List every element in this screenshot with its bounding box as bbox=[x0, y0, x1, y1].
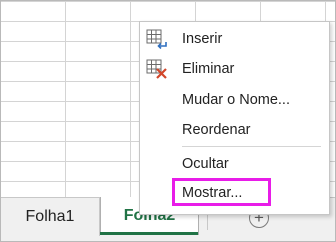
menu-item-hide[interactable]: Ocultar bbox=[140, 150, 329, 178]
menu-item-label: Reordenar bbox=[182, 122, 251, 138]
insert-sheet-icon bbox=[146, 29, 168, 50]
delete-sheet-icon bbox=[146, 59, 168, 79]
highlight-box bbox=[172, 178, 271, 206]
menu-item-label: Ocultar bbox=[182, 156, 229, 172]
menu-item-reorder[interactable]: Reordenar bbox=[140, 116, 329, 144]
active-tab-indicator bbox=[100, 232, 198, 235]
menu-separator bbox=[182, 146, 321, 147]
menu-item-label: Eliminar bbox=[182, 61, 235, 77]
menu-item-label: Inserir bbox=[182, 31, 223, 47]
sheet-tab-folha1[interactable]: Folha1 bbox=[1, 198, 100, 236]
menu-item-insert[interactable]: Inserir bbox=[140, 25, 329, 53]
menu-item-delete[interactable]: Eliminar bbox=[140, 55, 329, 83]
menu-item-rename[interactable]: Mudar o Nome... bbox=[140, 86, 329, 114]
menu-item-label: Mudar o Nome... bbox=[182, 92, 290, 108]
